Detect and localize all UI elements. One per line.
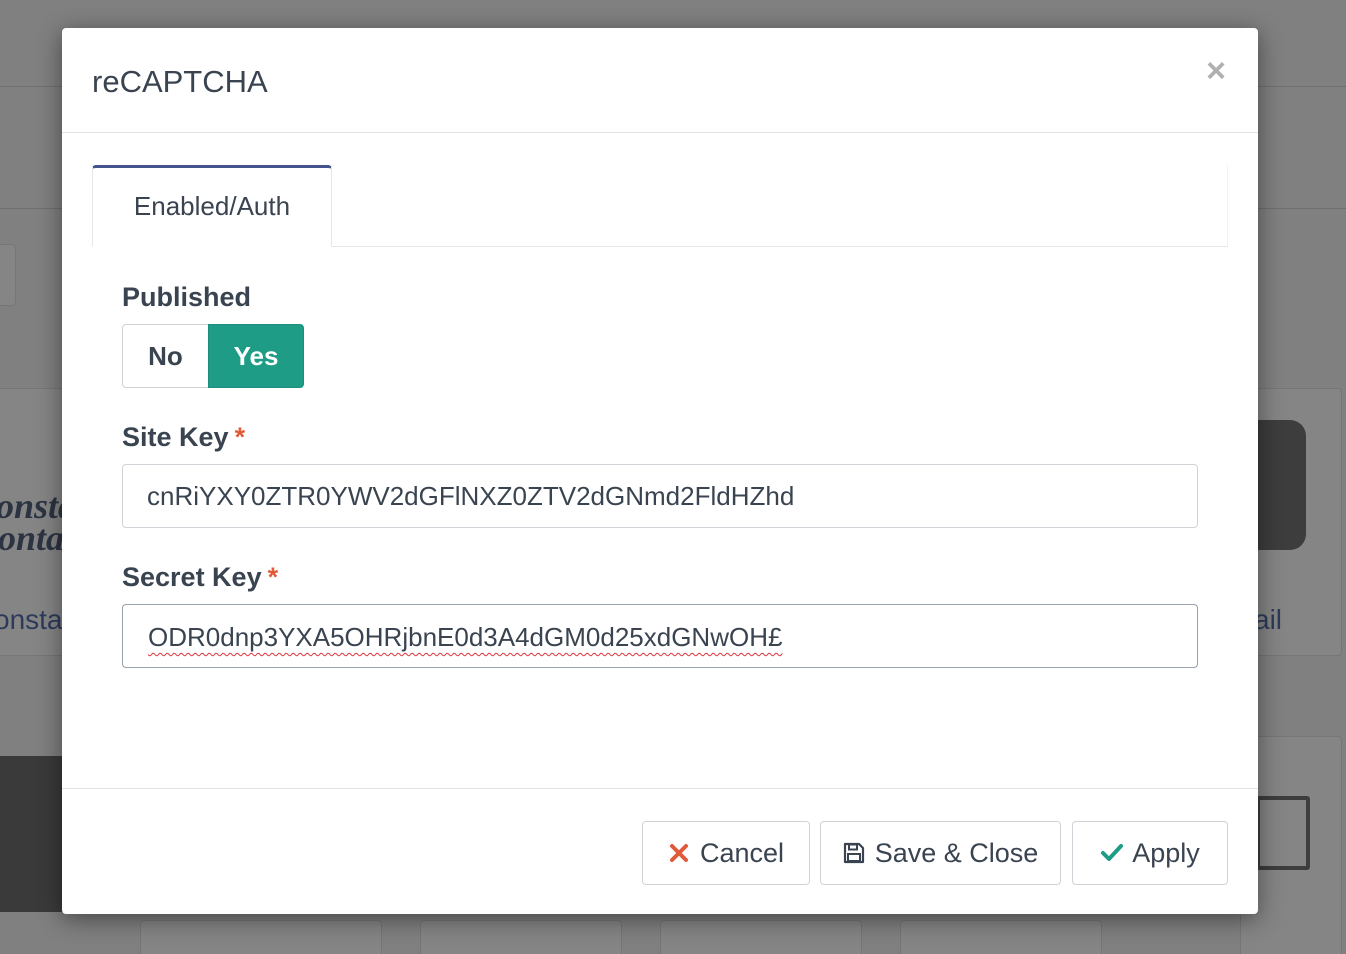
secret-key-label: Secret Key * bbox=[122, 562, 278, 593]
site-key-label: Site Key * bbox=[122, 422, 245, 453]
backdrop-mail-icon bbox=[1256, 796, 1310, 870]
cancel-button[interactable]: Cancel bbox=[642, 821, 810, 885]
modal-footer: Cancel Save & Close Apply bbox=[62, 788, 1258, 914]
published-no-button[interactable]: No bbox=[122, 324, 208, 388]
required-mark: * bbox=[267, 562, 279, 592]
modal-header: reCAPTCHA × bbox=[62, 28, 1258, 133]
published-toggle: No Yes bbox=[122, 324, 304, 388]
site-key-label-text: Site Key bbox=[122, 422, 229, 452]
backdrop-control bbox=[0, 244, 16, 306]
recaptcha-modal: reCAPTCHA × Enabled/Auth Published No Ye… bbox=[62, 28, 1258, 914]
backdrop-link-right: ail bbox=[1254, 604, 1283, 635]
published-yes-button[interactable]: Yes bbox=[208, 324, 304, 388]
save-close-button[interactable]: Save & Close bbox=[820, 821, 1061, 885]
floppy-disk-icon bbox=[843, 842, 865, 864]
published-label: Published bbox=[122, 282, 251, 313]
secret-key-label-text: Secret Key bbox=[122, 562, 262, 592]
backdrop-card-bottom-2 bbox=[420, 920, 622, 954]
tab-enabled-auth[interactable]: Enabled/Auth bbox=[92, 165, 332, 247]
required-mark: * bbox=[234, 422, 246, 452]
tab-bar: Enabled/Auth bbox=[92, 165, 1228, 247]
checkmark-icon bbox=[1100, 842, 1124, 864]
published-label-text: Published bbox=[122, 282, 252, 312]
save-close-label: Save & Close bbox=[874, 837, 1039, 868]
secret-key-input[interactable] bbox=[122, 604, 1198, 668]
site-key-input[interactable] bbox=[122, 464, 1198, 528]
close-x-icon bbox=[668, 842, 690, 864]
backdrop-card-bottom-1 bbox=[140, 920, 382, 954]
backdrop-card-bottom-3 bbox=[660, 920, 862, 954]
cancel-label: Cancel bbox=[699, 837, 785, 868]
apply-button[interactable]: Apply bbox=[1072, 821, 1228, 885]
backdrop-linkedin-tile bbox=[0, 756, 70, 912]
backdrop-link-left: onsta bbox=[0, 604, 63, 635]
apply-label: Apply bbox=[1132, 837, 1200, 868]
modal-title: reCAPTCHA bbox=[92, 64, 268, 99]
close-icon[interactable]: × bbox=[1204, 54, 1228, 88]
backdrop-card-bottom-4 bbox=[900, 920, 1102, 954]
backdrop-logo-text-2: onta bbox=[0, 518, 65, 558]
